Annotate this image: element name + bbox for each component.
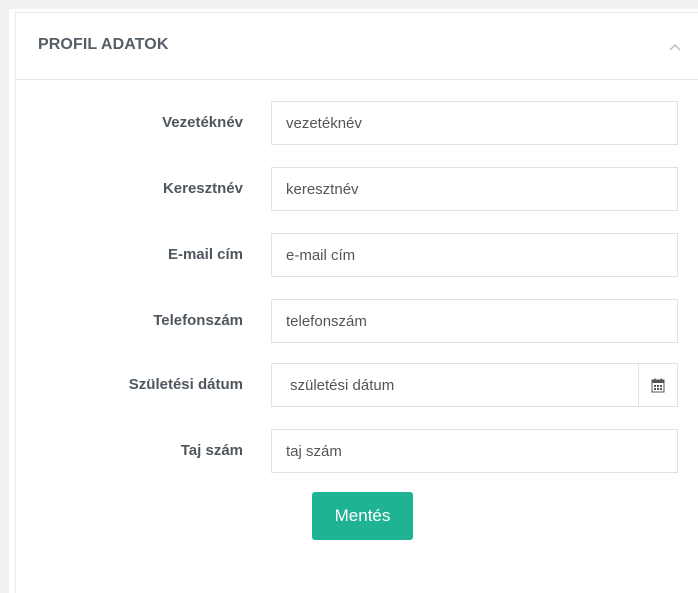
calendar-button[interactable] <box>638 364 677 406</box>
profile-panel: PROFIL ADATOK Vezetéknév Keresztnév E-ma… <box>15 12 698 593</box>
email-label: E-mail cím <box>167 246 243 263</box>
taj-input[interactable] <box>271 429 678 473</box>
chevron-up-icon[interactable] <box>668 40 682 54</box>
firstname-input[interactable] <box>271 167 678 211</box>
form-row-birthdate: Születési dátum <box>16 363 698 407</box>
lastname-label: Vezetéknév <box>162 114 243 131</box>
form-row-email: E-mail cím <box>16 233 698 277</box>
form-row-firstname: Keresztnév <box>16 167 698 211</box>
birthdate-field <box>271 363 678 407</box>
taj-label: Taj szám <box>180 442 243 459</box>
phone-input[interactable] <box>271 299 678 343</box>
page-left-background <box>0 0 9 593</box>
phone-label: Telefonszám <box>153 312 243 329</box>
firstname-label: Keresztnév <box>162 180 243 197</box>
form-row-lastname: Vezetéknév <box>16 101 698 145</box>
birthdate-label: Születési dátum <box>128 376 243 393</box>
calendar-icon <box>651 378 665 392</box>
panel-title: PROFIL ADATOK <box>38 36 169 53</box>
lastname-input[interactable] <box>271 101 678 145</box>
form-row-taj: Taj szám <box>16 429 698 473</box>
email-input[interactable] <box>271 233 678 277</box>
save-button[interactable]: Mentés <box>312 492 413 540</box>
page-top-background <box>0 0 698 9</box>
form-row-phone: Telefonszám <box>16 299 698 343</box>
panel-header: PROFIL ADATOK <box>16 13 698 80</box>
birthdate-input[interactable] <box>272 364 639 406</box>
